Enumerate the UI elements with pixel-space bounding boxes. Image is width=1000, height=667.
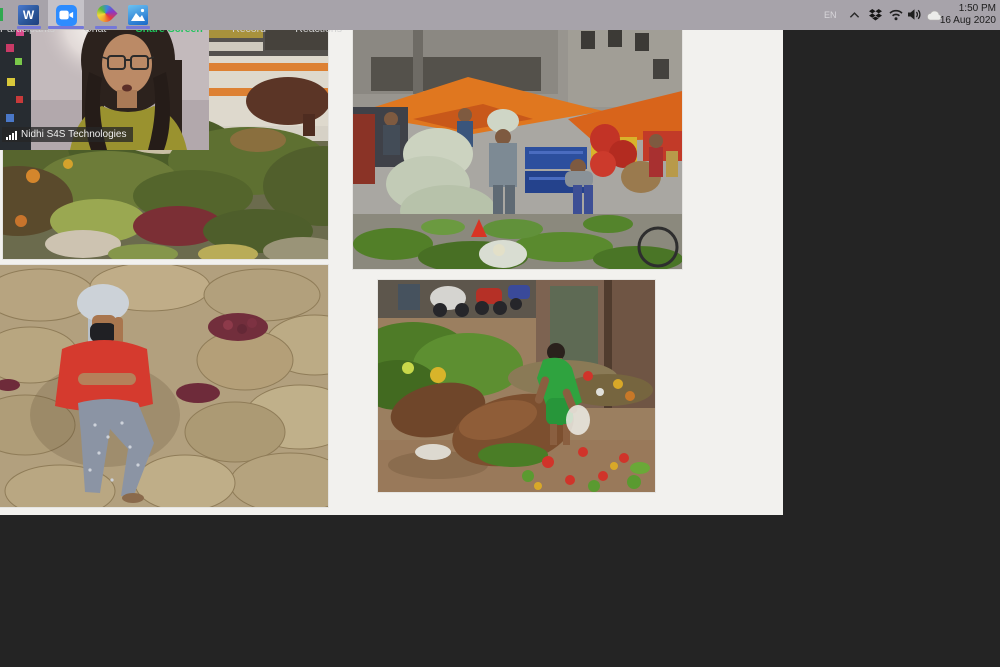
paint3d-active-underline	[95, 26, 117, 29]
photo-man-on-onion-sacks	[0, 265, 328, 507]
paint3d-taskbar-icon[interactable]	[93, 1, 117, 25]
woman-collecting-image	[378, 280, 655, 492]
photo-woman-collecting-refuse	[378, 280, 655, 492]
vegetable-market-image	[353, 19, 682, 269]
windows-taskbar: W EN	[0, 0, 1000, 30]
clock-time: 1:50 PM	[934, 3, 996, 15]
dropbox-icon[interactable]	[869, 9, 882, 21]
zoom-meeting-window: You are viewing Nidhi S4S Technologies' …	[0, 0, 1000, 667]
photos-taskbar-icon[interactable]	[128, 5, 148, 25]
word-logo-glyph: W	[23, 8, 34, 22]
volume-icon[interactable]	[907, 8, 921, 21]
zoom-active-underline	[48, 26, 84, 29]
word-taskbar-icon[interactable]: W	[18, 5, 39, 25]
wifi-icon[interactable]	[889, 9, 903, 21]
photos-mountain-icon	[128, 5, 148, 25]
language-indicator[interactable]: EN	[824, 10, 837, 20]
photo-vegetable-market	[353, 19, 682, 269]
photos-active-underline	[126, 26, 150, 29]
taskbar-edge-icon[interactable]	[0, 8, 3, 21]
man-on-sacks-image	[0, 265, 328, 507]
taskbar-clock[interactable]: 1:50 PM 16 Aug 2020	[934, 3, 996, 27]
chevron-up-icon[interactable]	[849, 11, 860, 19]
participant-name-text: Nidhi S4S Technologies	[21, 129, 126, 140]
zoom-camera-icon	[56, 5, 77, 26]
clock-date: 16 Aug 2020	[934, 15, 996, 27]
network-signal-icon	[6, 131, 17, 140]
participant-name-label: Nidhi S4S Technologies	[2, 127, 133, 142]
word-active-underline	[17, 26, 41, 29]
